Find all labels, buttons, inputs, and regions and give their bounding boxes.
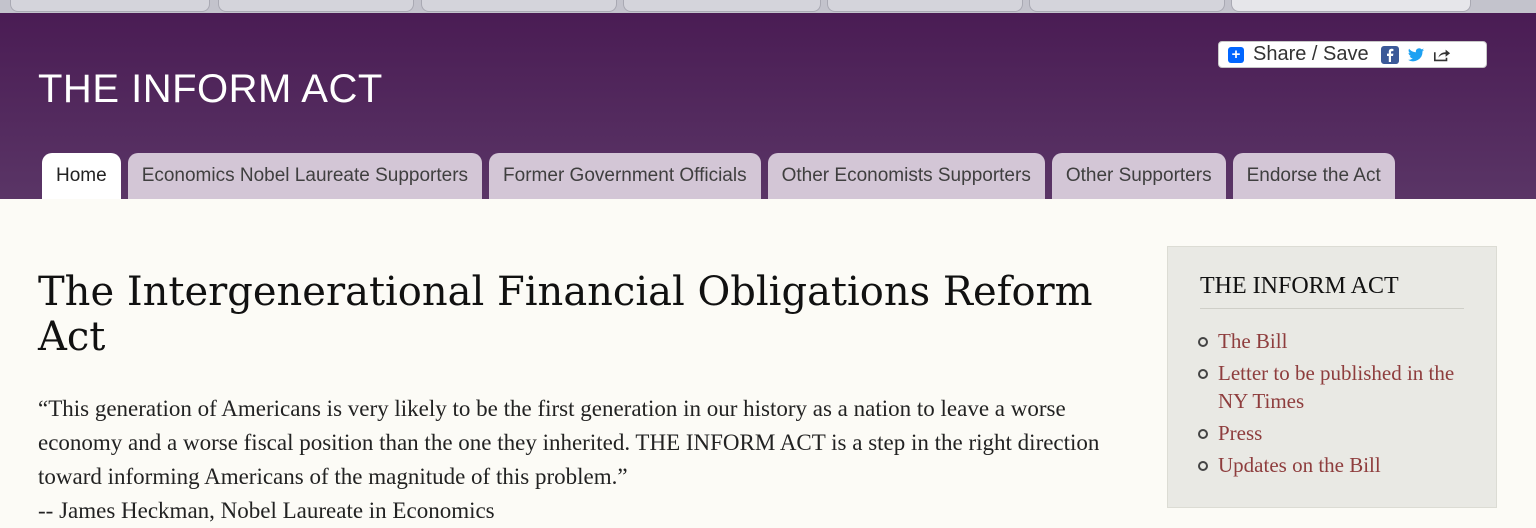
browser-tab-strip <box>0 0 1536 13</box>
tab-other-supporters[interactable]: Other Supporters <box>1051 153 1226 199</box>
browser-tab[interactable] <box>10 0 210 12</box>
bullet-icon <box>1198 429 1208 439</box>
bullet-icon <box>1198 461 1208 471</box>
main-content: The Intergenerational Financial Obligati… <box>38 270 1128 528</box>
sidebar-link-label: Updates on the Bill <box>1218 453 1381 477</box>
sidebar-link-label: Letter to be published in the NY Times <box>1218 361 1455 413</box>
sidebar-link-letter-ny-times[interactable]: Letter to be published in the NY Times <box>1198 359 1476 415</box>
sidebar-title: THE INFORM ACT <box>1200 273 1464 309</box>
facebook-icon[interactable] <box>1380 45 1399 64</box>
sidebar-link-list: The Bill Letter to be published in the N… <box>1168 327 1496 479</box>
browser-tab[interactable] <box>1231 0 1471 12</box>
twitter-icon[interactable] <box>1407 46 1425 64</box>
share-arrow-icon[interactable] <box>1433 46 1451 64</box>
browser-tab[interactable] <box>623 0 821 12</box>
quote-text: “This generation of Americans is very li… <box>38 396 1100 489</box>
tab-home[interactable]: Home <box>42 153 121 199</box>
tab-other-economists-supporters[interactable]: Other Economists Supporters <box>767 153 1045 199</box>
bullet-icon <box>1198 369 1208 379</box>
quote-attribution: -- James Heckman, Nobel Laureate in Econ… <box>38 498 495 523</box>
main-nav: Home Economics Nobel Laureate Supporters… <box>42 153 1402 199</box>
sidebar-link-label: The Bill <box>1218 329 1288 353</box>
browser-tab[interactable] <box>421 0 617 12</box>
tab-former-government-officials[interactable]: Former Government Officials <box>489 153 761 199</box>
sidebar-link-press[interactable]: Press <box>1198 419 1476 447</box>
quote-block: “This generation of Americans is very li… <box>38 392 1128 528</box>
site-header: THE INFORM ACT + Share / Save Home Econo… <box>0 13 1536 199</box>
share-save-label: Share / Save <box>1253 43 1369 65</box>
share-save-button[interactable]: + Share / Save <box>1218 41 1487 68</box>
bullet-icon <box>1198 337 1208 347</box>
add-icon: + <box>1228 46 1244 63</box>
browser-tab[interactable] <box>1029 0 1225 12</box>
sidebar: THE INFORM ACT The Bill Letter to be pub… <box>1167 246 1497 508</box>
browser-tab[interactable] <box>827 0 1023 12</box>
sidebar-link-updates[interactable]: Updates on the Bill <box>1198 451 1476 479</box>
sidebar-link-the-bill[interactable]: The Bill <box>1198 327 1476 355</box>
browser-tab[interactable] <box>218 0 414 12</box>
tab-endorse-the-act[interactable]: Endorse the Act <box>1232 153 1395 199</box>
page-title: The Intergenerational Financial Obligati… <box>38 269 1093 360</box>
sidebar-link-label: Press <box>1218 421 1263 445</box>
site-title[interactable]: THE INFORM ACT <box>38 67 383 112</box>
tab-economics-nobel-laureate-supporters[interactable]: Economics Nobel Laureate Supporters <box>127 153 483 199</box>
